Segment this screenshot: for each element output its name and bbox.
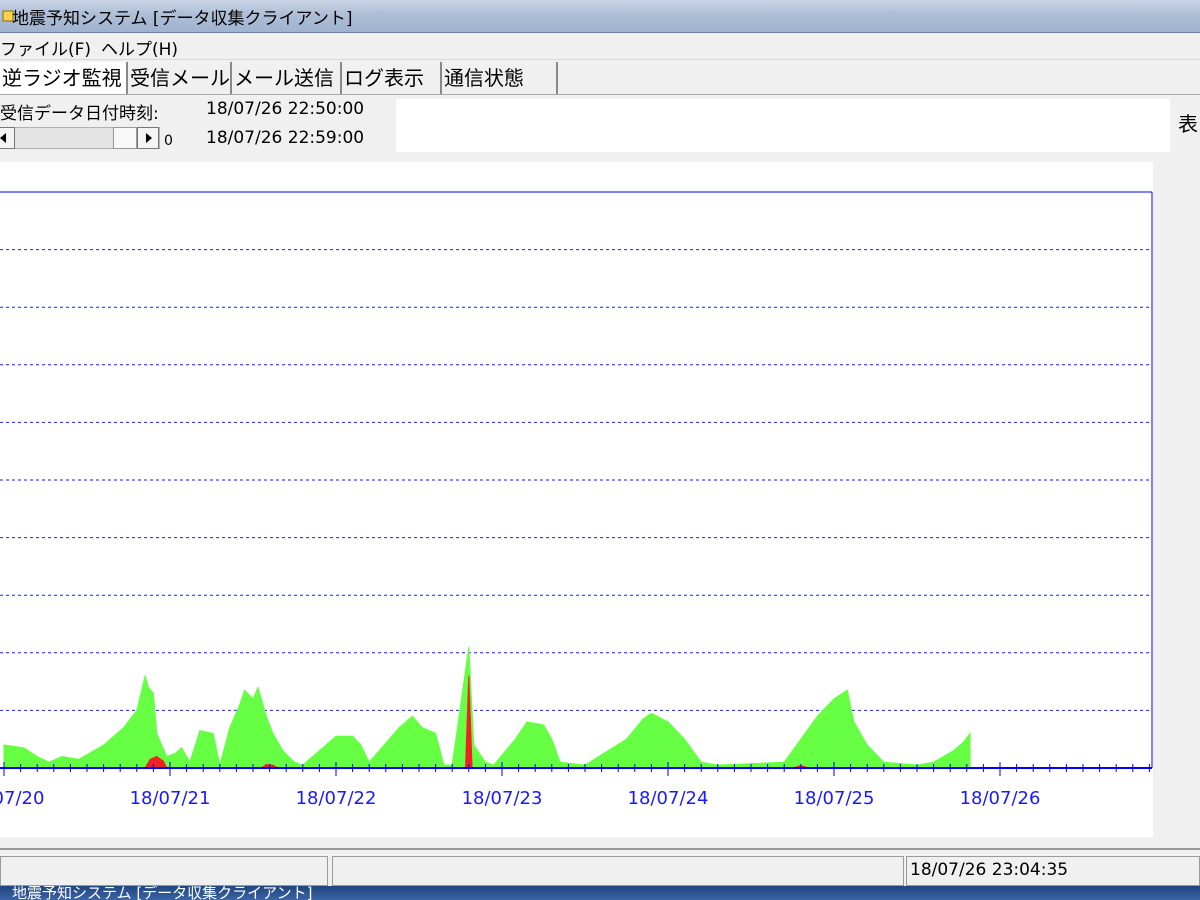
time-scrollbar[interactable]: [0, 127, 160, 149]
monitor-chart: 18/07/20 18/07/21 18/07/22 18/07/23 18/07/24…: [0, 191, 1153, 809]
status-time: 18/07/26 23:04:35: [910, 860, 1069, 880]
tab-comm-status[interactable]: 通信状態: [442, 62, 558, 94]
side-label: 表: [1178, 112, 1198, 136]
taskbar-title: 地震予知システム [データ収集クライアント]: [0, 886, 1200, 900]
tab-received-mail[interactable]: 受信メール: [128, 62, 232, 94]
receive-time-start: 18/07/26 22:50:00: [206, 99, 365, 119]
arrow-left-icon: [0, 133, 6, 143]
x-tick-label: 18/07/20: [0, 788, 44, 809]
x-tick-label: 18/07/22: [296, 788, 377, 809]
x-tick-label: 18/07/25: [794, 788, 875, 809]
status-cell-1: [0, 856, 328, 886]
series-area-green: [3, 646, 971, 769]
tab-send-mail[interactable]: メール送信: [232, 62, 342, 94]
status-cell-2: [332, 856, 904, 886]
scroll-right-button[interactable]: [137, 127, 159, 149]
menu-bar: ファイル(F) ヘルプ(H): [0, 33, 1200, 60]
chart-panel: 18/07/20 18/07/21 18/07/22 18/07/23 18/07/24…: [0, 162, 1153, 837]
scroll-value: 0: [164, 133, 173, 149]
receive-time-end: 18/07/26 22:59:00: [206, 128, 365, 148]
taskbar-title-text: 地震予知システム [データ収集クライアント]: [12, 886, 313, 900]
scroll-left-button[interactable]: [0, 127, 15, 149]
menu-help[interactable]: ヘルプ(H): [101, 35, 178, 60]
x-tick-label: 18/07/21: [130, 788, 211, 809]
tab-log[interactable]: ログ表示: [342, 62, 442, 94]
tab-divider: [0, 94, 1200, 95]
menu-file[interactable]: ファイル(F): [0, 35, 91, 60]
x-tick-label: 18/07/26: [960, 788, 1041, 809]
scroll-thumb[interactable]: [113, 127, 137, 149]
title-bar: 地震予知システム [データ収集クライアント]: [0, 0, 1200, 33]
arrow-right-icon: [146, 133, 152, 143]
x-tick-label: 18/07/23: [462, 788, 543, 809]
window-title: 地震予知システム [データ収集クライアント]: [12, 9, 353, 29]
tab-reverse-radio-monitor[interactable]: 逆ラジオ監視: [0, 62, 128, 94]
x-tick-label: 18/07/24: [628, 788, 709, 809]
receive-datetime-label: 受信データ日付時刻:: [0, 104, 159, 124]
info-display-box: [396, 99, 1170, 152]
